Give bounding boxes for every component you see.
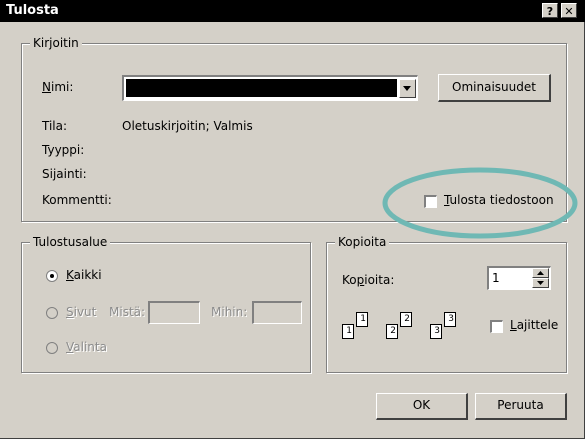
to-input[interactable] <box>252 301 302 324</box>
all-pages-label[interactable]: Kaikki <box>66 268 102 282</box>
printer-name-label: Nimi: <box>42 80 74 94</box>
from-label: Mistä: <box>109 305 146 319</box>
close-icon: ✕ <box>564 5 574 18</box>
collate-page: 1 <box>342 324 354 339</box>
collate-page: 1 <box>356 312 368 327</box>
copies-group: Kopioita <box>326 235 567 373</box>
arrow-up-icon <box>537 271 544 275</box>
ok-button[interactable]: OK <box>376 393 468 420</box>
status-label: Tila: <box>42 119 68 133</box>
print-dialog: Tulosta ? ✕ Kirjoitin Nimi: Ominaisuudet… <box>0 0 585 439</box>
copies-count-value: 1 <box>492 271 500 285</box>
spin-down-button[interactable] <box>532 278 549 288</box>
highlight-ellipse <box>382 167 578 239</box>
printer-dropdown-button[interactable] <box>399 79 416 98</box>
spin-up-button[interactable] <box>532 268 549 278</box>
radio-selected-dot <box>50 274 54 278</box>
window-title: Tulosta <box>6 3 59 18</box>
comment-label: Kommentti: <box>42 193 112 207</box>
collate-page: 2 <box>400 312 412 327</box>
type-label: Tyyppi: <box>42 143 85 157</box>
from-input[interactable] <box>148 301 200 324</box>
title-bar: Tulosta ? ✕ <box>0 0 585 22</box>
help-icon: ? <box>546 5 554 18</box>
printer-name-select[interactable] <box>122 75 418 101</box>
properties-button[interactable]: Ominaisuudet <box>438 74 551 102</box>
properties-button-label: Ominaisuudet <box>452 80 536 94</box>
cancel-button-label: Peruuta <box>497 398 544 412</box>
printer-group-label: Kirjoitin <box>30 36 82 50</box>
collate-page: 3 <box>444 312 456 327</box>
cancel-button[interactable]: Peruuta <box>475 393 567 420</box>
chevron-down-icon <box>403 86 411 91</box>
page-range-label: Sivut <box>66 305 97 319</box>
printer-name-selection <box>126 79 397 97</box>
collate-checkbox[interactable] <box>490 320 503 333</box>
close-button[interactable]: ✕ <box>561 3 577 18</box>
selection-label: Valinta <box>66 340 107 354</box>
status-value: Oletuskirjoitin; Valmis <box>122 119 253 133</box>
ok-button-label: OK <box>412 398 431 412</box>
print-range-group-label: Tulostusalue <box>30 235 111 249</box>
help-button[interactable]: ? <box>542 3 558 18</box>
copies-count-label: Kopioita: <box>342 273 395 287</box>
copies-spinner[interactable]: 1 <box>487 266 551 290</box>
collate-page: 2 <box>386 324 398 339</box>
arrow-down-icon <box>537 281 544 285</box>
where-label: Sijainti: <box>42 167 87 181</box>
page-range-radio[interactable] <box>46 307 58 319</box>
selection-radio[interactable] <box>46 342 58 354</box>
collate-label[interactable]: Lajittele <box>510 318 558 332</box>
to-label: Mihin: <box>211 305 248 319</box>
collate-page: 3 <box>430 324 442 339</box>
collate-illustration-icon: 1 1 2 2 3 3 <box>342 310 472 350</box>
all-pages-radio[interactable] <box>46 270 58 282</box>
copies-group-label: Kopioita <box>335 235 390 249</box>
